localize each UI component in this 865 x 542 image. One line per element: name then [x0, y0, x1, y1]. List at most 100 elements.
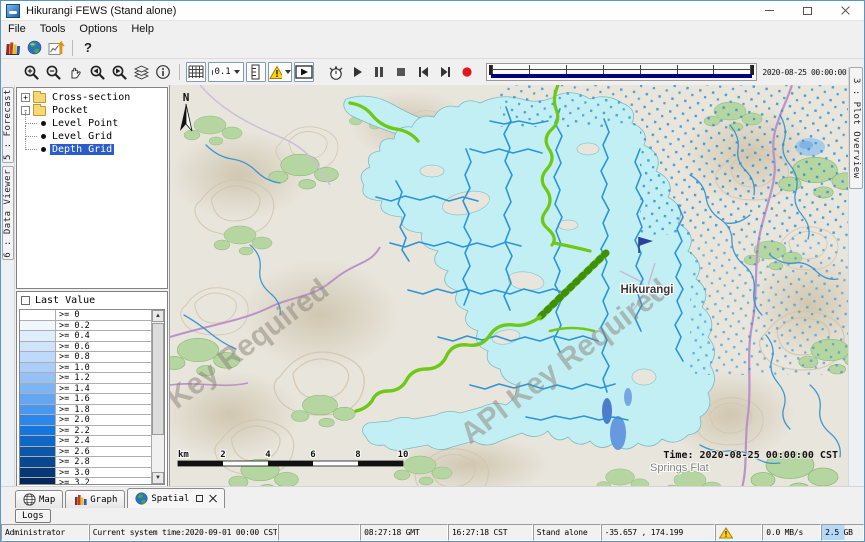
animation-button[interactable] — [294, 62, 314, 82]
status-coordinates: -35.657 , 174.199 — [601, 524, 716, 541]
right-tab-strip: 3 : Plot Overview — [848, 67, 864, 486]
scroll-down-icon[interactable]: ▼ — [152, 472, 164, 484]
status-user: Administrator — [1, 524, 89, 541]
tab-map[interactable]: Map — [15, 490, 63, 508]
stop-button[interactable] — [391, 62, 411, 82]
menu-file[interactable]: File — [1, 22, 33, 36]
status-download-speed: 0.0 MB/s — [762, 524, 821, 541]
data-display-button[interactable] — [2, 38, 22, 58]
data-viewer-panel: + Cross-section - Pocket Level Point — [15, 85, 169, 486]
legend-swatch — [20, 447, 56, 457]
tab-graph[interactable]: Graph — [65, 490, 125, 508]
timeline-range-bar — [491, 74, 752, 78]
info-button[interactable] — [153, 62, 173, 82]
zoom-next-button[interactable] — [109, 62, 129, 82]
skip-start-button[interactable] — [413, 62, 433, 82]
classbreak-dropdown[interactable]: 0.1 — [208, 62, 244, 82]
tab-maximize-icon[interactable] — [196, 495, 203, 502]
play-button[interactable] — [347, 62, 367, 82]
last-value-checkbox[interactable] — [21, 296, 30, 305]
tree-item-level-grid[interactable]: Level Grid — [19, 130, 165, 143]
scale-ruler-button[interactable] — [246, 62, 266, 82]
tab-plot-overview[interactable]: 3 : Plot Overview — [849, 67, 863, 189]
tab-spatial[interactable]: Spatial — [127, 488, 225, 508]
timeline-slider[interactable] — [486, 63, 757, 81]
tab-graph-label: Graph — [90, 495, 117, 505]
ruler-icon — [250, 64, 262, 80]
minimize-icon — [765, 10, 774, 11]
legend-row: >= 3.2 — [20, 478, 151, 485]
tree-item-depth-grid[interactable]: Depth Grid — [19, 143, 165, 156]
legend-row: >= 2.8 — [20, 457, 151, 468]
globe-icon — [135, 492, 148, 505]
legend-row: >= 1.8 — [20, 405, 151, 416]
pause-button[interactable] — [369, 62, 389, 82]
pan-button[interactable] — [65, 62, 85, 82]
tab-close-icon[interactable] — [209, 495, 217, 503]
legend-panel: Last Value >= 0 >= 0.2 >= 0.4 >= 0.6 >= … — [16, 291, 168, 488]
status-speed-text: 0.0 MB/s — [766, 528, 803, 537]
legend-label: >= 0.2 — [56, 321, 90, 331]
scrollbar-thumb[interactable] — [152, 323, 164, 435]
map-canvas[interactable]: API Key Required API Key Required Hikura… — [170, 85, 850, 488]
stop-icon — [393, 64, 409, 80]
left-tab-strip: 5 : Forecast 6 : Data Viewer — [1, 85, 15, 486]
tree-item-level-point[interactable]: Level Point — [19, 117, 165, 130]
warning-dropdown[interactable] — [268, 62, 292, 82]
maximize-button[interactable] — [788, 1, 826, 20]
minimize-button[interactable] — [750, 1, 788, 20]
legend-row: >= 1.2 — [20, 373, 151, 384]
legend-swatch — [20, 405, 56, 415]
timeseries-button[interactable] — [46, 38, 66, 58]
zoom-previous-icon — [88, 64, 106, 81]
timer-button[interactable] — [325, 62, 345, 82]
help-button[interactable]: ? — [78, 40, 98, 55]
menu-help[interactable]: Help — [124, 22, 161, 36]
bullet-icon — [41, 121, 46, 126]
main-toolbar: ? — [1, 37, 864, 59]
layers-button[interactable] — [131, 62, 151, 82]
legend-swatch — [20, 436, 56, 446]
svg-text:10: 10 — [398, 450, 409, 460]
expand-icon[interactable]: + — [21, 93, 30, 102]
legend-label: >= 2.0 — [56, 415, 90, 425]
status-memory[interactable]: 2.5 GB — [821, 524, 864, 541]
legend-row: >= 2.2 — [20, 426, 151, 437]
legend-row: >= 1.6 — [20, 394, 151, 405]
folder-icon — [33, 106, 46, 116]
tab-data-viewer[interactable]: 6 : Data Viewer — [2, 166, 14, 260]
grid-toggle-button[interactable] — [186, 62, 206, 82]
tree-item-cross-section[interactable]: + Cross-section — [19, 91, 165, 104]
svg-text:6: 6 — [310, 450, 315, 460]
menu-tools[interactable]: Tools — [33, 22, 73, 36]
logs-button[interactable]: Logs — [15, 509, 51, 523]
legend-row: >= 0.6 — [20, 342, 151, 353]
app-icon — [6, 4, 20, 18]
legend-scrollbar[interactable]: ▲ ▼ — [151, 310, 164, 484]
record-button[interactable] — [457, 62, 477, 82]
chart-arrow-icon — [48, 40, 65, 56]
tab-forecast[interactable]: 5 : Forecast — [2, 87, 14, 163]
info-icon — [155, 64, 171, 80]
record-icon — [459, 64, 475, 80]
status-mode-text: Stand alone — [537, 528, 588, 537]
app-window: Hikurangi FEWS (Stand alone) File Tools … — [0, 0, 865, 542]
skip-end-button[interactable] — [435, 62, 455, 82]
zoom-out-button[interactable] — [43, 62, 63, 82]
map-time-label: Time: 2020-08-25 00:00:00 CST — [663, 449, 838, 461]
tree-item-label: Cross-section — [50, 92, 132, 103]
tree-item-pocket[interactable]: - Pocket — [19, 104, 165, 117]
status-warning[interactable] — [715, 524, 762, 541]
scroll-up-icon[interactable]: ▲ — [152, 310, 164, 322]
legend-label: >= 2.2 — [56, 426, 90, 436]
svg-text:2: 2 — [220, 450, 225, 460]
title-bar: Hikurangi FEWS (Stand alone) — [1, 1, 864, 21]
map-display-button[interactable] — [24, 38, 44, 58]
zoom-previous-button[interactable] — [87, 62, 107, 82]
close-button[interactable] — [826, 1, 864, 20]
zoom-in-button[interactable] — [21, 62, 41, 82]
legend-label: >= 3.0 — [56, 468, 90, 478]
menu-options[interactable]: Options — [72, 22, 124, 36]
tree-item-label: Pocket — [50, 105, 90, 116]
layers-icon — [133, 64, 150, 80]
